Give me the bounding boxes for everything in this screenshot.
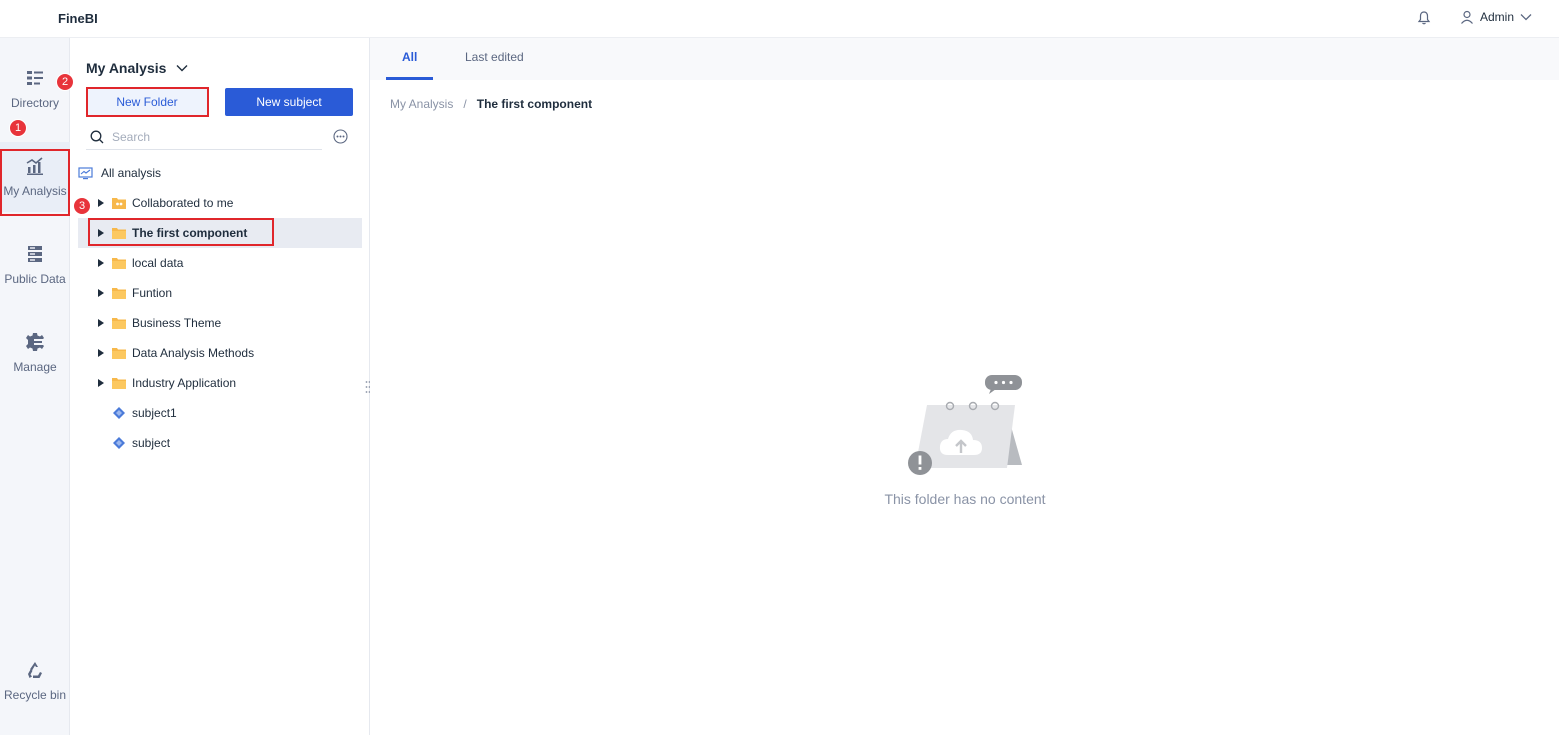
panel-title[interactable]: My Analysis (86, 60, 188, 76)
breadcrumb-separator: / (463, 97, 467, 111)
highlight-box-new-folder (86, 87, 209, 117)
search-box (86, 124, 322, 150)
caret-right-icon[interactable] (98, 319, 104, 327)
tab-all[interactable]: All (402, 50, 417, 64)
breadcrumb-current: The first component (476, 97, 593, 111)
nav-recycle-bin-label: Recycle bin (3, 688, 67, 702)
user-name: Admin (1480, 10, 1515, 24)
directory-tree: All analysis Collaborated to me The firs… (78, 158, 362, 458)
step-badge-2: 2 (56, 73, 74, 91)
directory-panel: My Analysis New Folder New subject All a… (70, 38, 370, 735)
panel-title-text: My Analysis (86, 60, 167, 76)
tree-item-funtion[interactable]: Funtion (78, 278, 362, 308)
caret-right-icon[interactable] (98, 379, 104, 387)
tree-item-label: Funtion (132, 286, 173, 300)
nav-directory-label: Directory (10, 96, 59, 110)
gear-icon (26, 333, 44, 351)
bell-icon[interactable] (1416, 10, 1432, 26)
caret-right-icon[interactable] (98, 199, 104, 207)
breadcrumb-root[interactable]: My Analysis (390, 97, 453, 111)
tree-item-all-analysis[interactable]: All analysis (78, 158, 362, 188)
highlight-box-my-analysis (0, 149, 70, 216)
tree-item-data-analysis-methods[interactable]: Data Analysis Methods (78, 338, 362, 368)
content-area: All Last edited My Analysis / The first … (370, 38, 1559, 735)
user-icon (1461, 10, 1473, 24)
left-nav: Directory My Analysis Public Data Manage (0, 38, 70, 735)
top-bar: FineBI Admin (0, 0, 1559, 38)
caret-right-icon[interactable] (98, 259, 104, 267)
subject-icon (113, 407, 125, 419)
tree-item-industry-application[interactable]: Industry Application (78, 368, 362, 398)
caret-right-icon[interactable] (98, 289, 104, 297)
search-input[interactable] (112, 129, 312, 144)
more-options-icon[interactable] (333, 129, 348, 144)
tree-item-label: local data (132, 256, 184, 270)
nav-recycle-bin[interactable]: Recycle bin (0, 646, 70, 716)
nav-manage[interactable]: Manage (0, 318, 70, 388)
breadcrumb: My Analysis / The first component (390, 97, 592, 111)
tree-item-label: Data Analysis Methods (132, 346, 255, 360)
directory-icon (27, 71, 43, 85)
monitor-icon (78, 166, 93, 179)
tab-active-indicator (386, 77, 433, 80)
tree-item-label: Business Theme (132, 316, 222, 330)
recycle-icon (28, 662, 42, 678)
search-icon (90, 130, 104, 143)
tab-bar: All Last edited (370, 38, 1559, 80)
tree-item-local-data[interactable]: local data (78, 248, 362, 278)
user-menu[interactable]: Admin (1460, 10, 1532, 24)
caret-right-icon[interactable] (98, 349, 104, 357)
app-logo: FineBI (58, 11, 98, 26)
tree-item-label: All analysis (101, 166, 162, 180)
nav-public-data-label: Public Data (4, 272, 66, 286)
folder-icon (112, 288, 126, 299)
empty-state-text: This folder has no content (884, 491, 1046, 507)
folder-icon (112, 378, 126, 389)
folder-icon (112, 258, 126, 269)
shared-folder-icon (112, 198, 126, 209)
tree-item-collaborated[interactable]: Collaborated to me (78, 188, 362, 218)
folder-icon (112, 348, 126, 359)
highlight-box-first-component (88, 218, 274, 246)
subject-icon (113, 437, 125, 449)
folder-icon (112, 318, 126, 329)
tree-item-label: subject1 (132, 406, 177, 420)
chevron-down-icon (1520, 14, 1532, 21)
tree-item-label: subject (132, 436, 171, 450)
tree-item-business-theme[interactable]: Business Theme (78, 308, 362, 338)
new-subject-button[interactable]: New subject (225, 88, 353, 116)
tab-last-edited[interactable]: Last edited (465, 50, 524, 64)
tree-item-subject[interactable]: subject (78, 428, 362, 458)
nav-public-data[interactable]: Public Data (0, 230, 70, 300)
database-icon (28, 246, 42, 262)
empty-folder-illustration (908, 375, 1022, 475)
step-badge-3: 3 (73, 197, 91, 215)
nav-manage-label: Manage (13, 360, 57, 374)
tree-item-subject1[interactable]: subject1 (78, 398, 362, 428)
tree-item-label: Industry Application (132, 376, 237, 390)
step-badge-1: 1 (9, 119, 27, 137)
chevron-down-icon (176, 65, 188, 72)
tree-item-label: Collaborated to me (132, 196, 234, 210)
